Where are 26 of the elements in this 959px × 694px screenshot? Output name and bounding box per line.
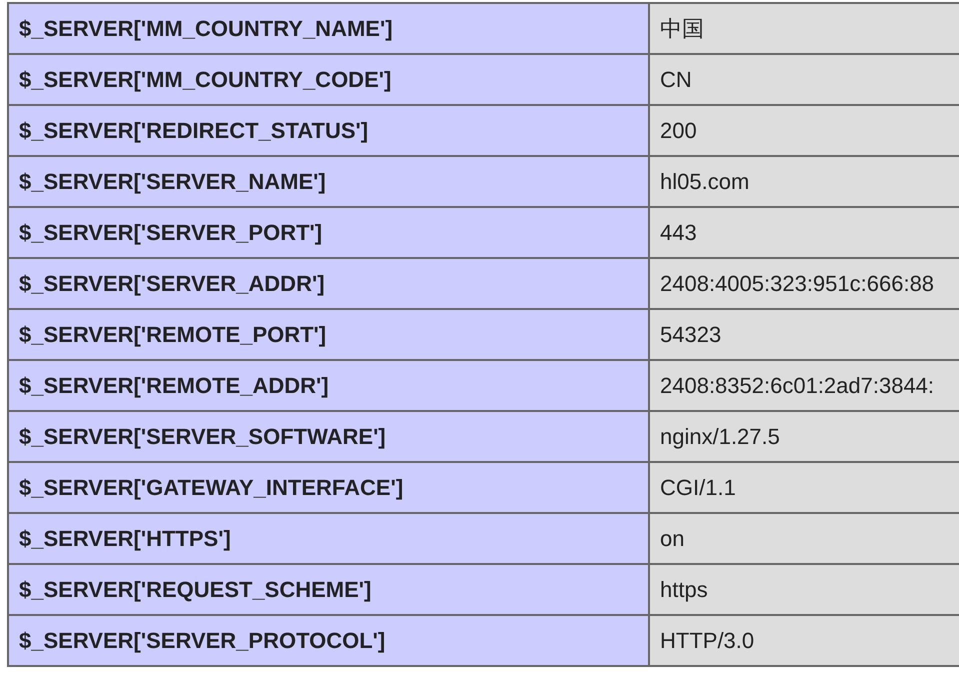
variable-name-cell: $_SERVER['REMOTE_PORT'] <box>8 309 649 360</box>
variable-value-cell: HTTP/3.0 <box>649 615 959 666</box>
variable-value-cell: CN <box>649 54 959 105</box>
variable-name-cell: $_SERVER['REMOTE_ADDR'] <box>8 360 649 411</box>
variable-value-cell: 2408:8352:6c01:2ad7:3844: <box>649 360 959 411</box>
variable-name-cell: $_SERVER['MM_COUNTRY_CODE'] <box>8 54 649 105</box>
variable-name-cell: $_SERVER['SERVER_SOFTWARE'] <box>8 411 649 462</box>
variable-name-cell: $_SERVER['REQUEST_SCHEME'] <box>8 564 649 615</box>
variable-name-cell: $_SERVER['HTTPS'] <box>8 513 649 564</box>
variable-name-cell: $_SERVER['SERVER_ADDR'] <box>8 258 649 309</box>
variable-value-cell: https <box>649 564 959 615</box>
variable-value-cell: on <box>649 513 959 564</box>
variable-name-cell: $_SERVER['MM_COUNTRY_NAME'] <box>8 3 649 54</box>
variable-name-cell: $_SERVER['SERVER_NAME'] <box>8 156 649 207</box>
variable-value-cell: hl05.com <box>649 156 959 207</box>
variable-value-cell: nginx/1.27.5 <box>649 411 959 462</box>
variable-name-cell: $_SERVER['GATEWAY_INTERFACE'] <box>8 462 649 513</box>
variable-value-cell: 54323 <box>649 309 959 360</box>
variable-value-cell: CGI/1.1 <box>649 462 959 513</box>
variable-name-cell: $_SERVER['SERVER_PROTOCOL'] <box>8 615 649 666</box>
variable-value-cell: 2408:4005:323:951c:666:88 <box>649 258 959 309</box>
variable-value-cell: 443 <box>649 207 959 258</box>
variable-value-cell: 200 <box>649 105 959 156</box>
variable-name-cell: $_SERVER['REDIRECT_STATUS'] <box>8 105 649 156</box>
variable-value-cell: 中国 <box>649 3 959 54</box>
variable-name-cell: $_SERVER['SERVER_PORT'] <box>8 207 649 258</box>
